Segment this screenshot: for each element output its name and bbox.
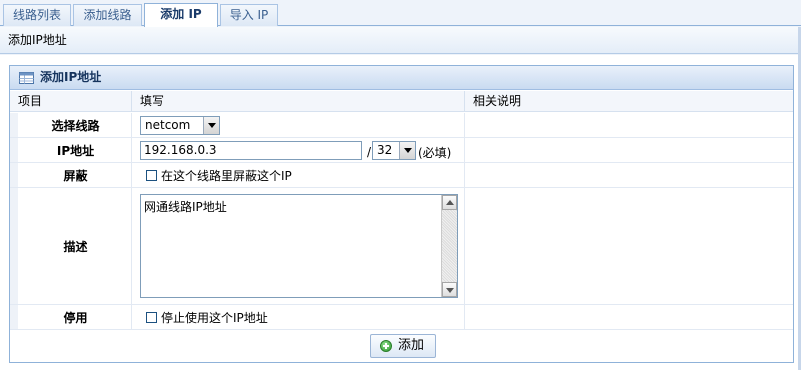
line-label: 选择线路 [10,113,131,137]
block-checkbox-label[interactable]: 在这个线路里屏蔽这个IP [161,169,292,183]
block-label: 屏蔽 [10,163,131,187]
add-button-label: 添加 [398,338,425,353]
page-title: 添加IP地址 [0,27,801,54]
ip-mask-value: 32 [377,143,393,157]
description-field: 网通线路IP地址 [131,188,464,304]
panel-title-text: 添加IP地址 [40,70,102,84]
column-header-fill: 填写 [131,91,464,112]
chevron-down-icon [203,117,219,134]
line-field: netcom [131,113,464,137]
ip-mask-select[interactable]: 32 [372,141,416,160]
line-note [464,113,793,137]
tab-add-ip[interactable]: 添加 IP [144,3,218,27]
block-checkbox[interactable] [146,170,157,181]
block-note [464,163,793,187]
disable-note [464,305,793,329]
description-text: 网通线路IP地址 [144,200,227,214]
content-area: 添加IP地址 项目 填写 相关说明 选择线路 netcom IP地址 192.1… [0,55,801,370]
tab-bar: 线路列表 添加线路 添加 IP 导入 IP [0,0,801,27]
disable-checkbox-label[interactable]: 停止使用这个IP地址 [161,311,268,325]
scroll-down-icon[interactable] [442,282,457,297]
ip-input[interactable]: 192.168.0.3 [140,141,362,160]
table-row: 描述 网通线路IP地址 [10,188,793,305]
disable-label: 停用 [10,305,131,329]
table-row: 停用 停止使用这个IP地址 [10,305,793,330]
required-note: (必填) [418,146,452,160]
ip-note [464,138,793,162]
add-button[interactable]: 添加 [370,334,436,358]
line-select-value: netcom [145,118,191,132]
description-note [464,188,793,304]
description-label: 描述 [10,188,131,304]
ip-field: 192.168.0.3 / 32 (必填) [131,138,464,162]
table-icon [19,72,34,84]
table-row: 选择线路 netcom [10,113,793,138]
chevron-down-icon [399,142,415,159]
column-header-item: 项目 [18,94,43,108]
ip-mask-separator: / [367,145,372,159]
table-row: 屏蔽 在这个线路里屏蔽这个IP [10,163,793,188]
table-header: 项目 填写 相关说明 [10,91,793,112]
description-textarea[interactable]: 网通线路IP地址 [140,194,458,298]
ip-label: IP地址 [10,138,131,162]
scroll-up-icon[interactable] [442,195,457,210]
plus-circle-icon [380,340,392,352]
description-scrollbar[interactable] [441,195,457,297]
tab-line-list[interactable]: 线路列表 [3,4,71,26]
column-header-notes: 相关说明 [464,91,793,112]
disable-checkbox[interactable] [146,312,157,323]
form-panel: 添加IP地址 项目 填写 相关说明 选择线路 netcom IP地址 192.1… [9,65,794,363]
panel-title: 添加IP地址 [10,66,793,90]
tab-import-ip[interactable]: 导入 IP [220,4,278,26]
block-field: 在这个线路里屏蔽这个IP [131,163,464,187]
table-row: IP地址 192.168.0.3 / 32 (必填) [10,138,793,163]
disable-field: 停止使用这个IP地址 [131,305,464,329]
line-select[interactable]: netcom [140,116,220,135]
tab-add-line[interactable]: 添加线路 [73,4,142,26]
